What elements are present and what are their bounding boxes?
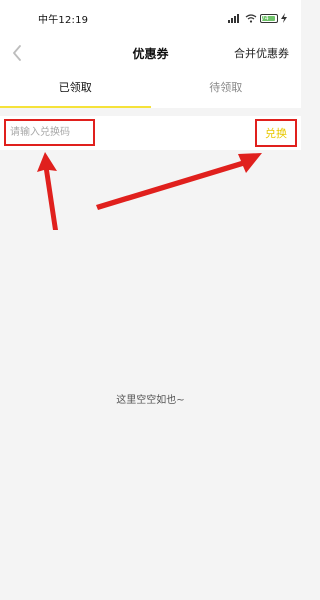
merge-coupons-button[interactable]: 合并优惠券: [234, 45, 289, 61]
tab-to-claim[interactable]: 待领取: [151, 70, 302, 108]
arrow-to-input: [37, 152, 58, 230]
status-time: 中午12:19: [38, 15, 89, 26]
arrow-to-redeem-button: [96, 153, 262, 210]
redeem-button[interactable]: 兑换: [255, 119, 297, 147]
tab-to-claim-label: 待领取: [209, 81, 243, 94]
redeem-row: 兑换: [0, 116, 301, 150]
nav-bar: 优惠券 合并优惠券: [0, 36, 301, 70]
signal-icon: [228, 13, 242, 23]
tab-active-indicator: [0, 106, 151, 108]
coupon-tabs: 已领取 待领取: [0, 70, 301, 108]
battery-icon: 74: [260, 13, 278, 23]
redeem-code-input[interactable]: [4, 119, 95, 146]
empty-state-message: 这里空空如也~: [116, 395, 185, 406]
coupon-screen: 中午12:19 74 优惠券 合并优惠券 已领取 待领取 请输入兑换码 兑换 这…: [0, 0, 301, 600]
status-bar: 中午12:19 74: [0, 0, 301, 36]
charging-icon: [281, 13, 287, 23]
battery-level: 74: [261, 14, 269, 22]
tab-received[interactable]: 已领取: [0, 70, 151, 108]
wifi-icon: [245, 13, 257, 23]
status-icons: 74: [228, 12, 287, 24]
tab-received-label: 已领取: [58, 81, 92, 94]
